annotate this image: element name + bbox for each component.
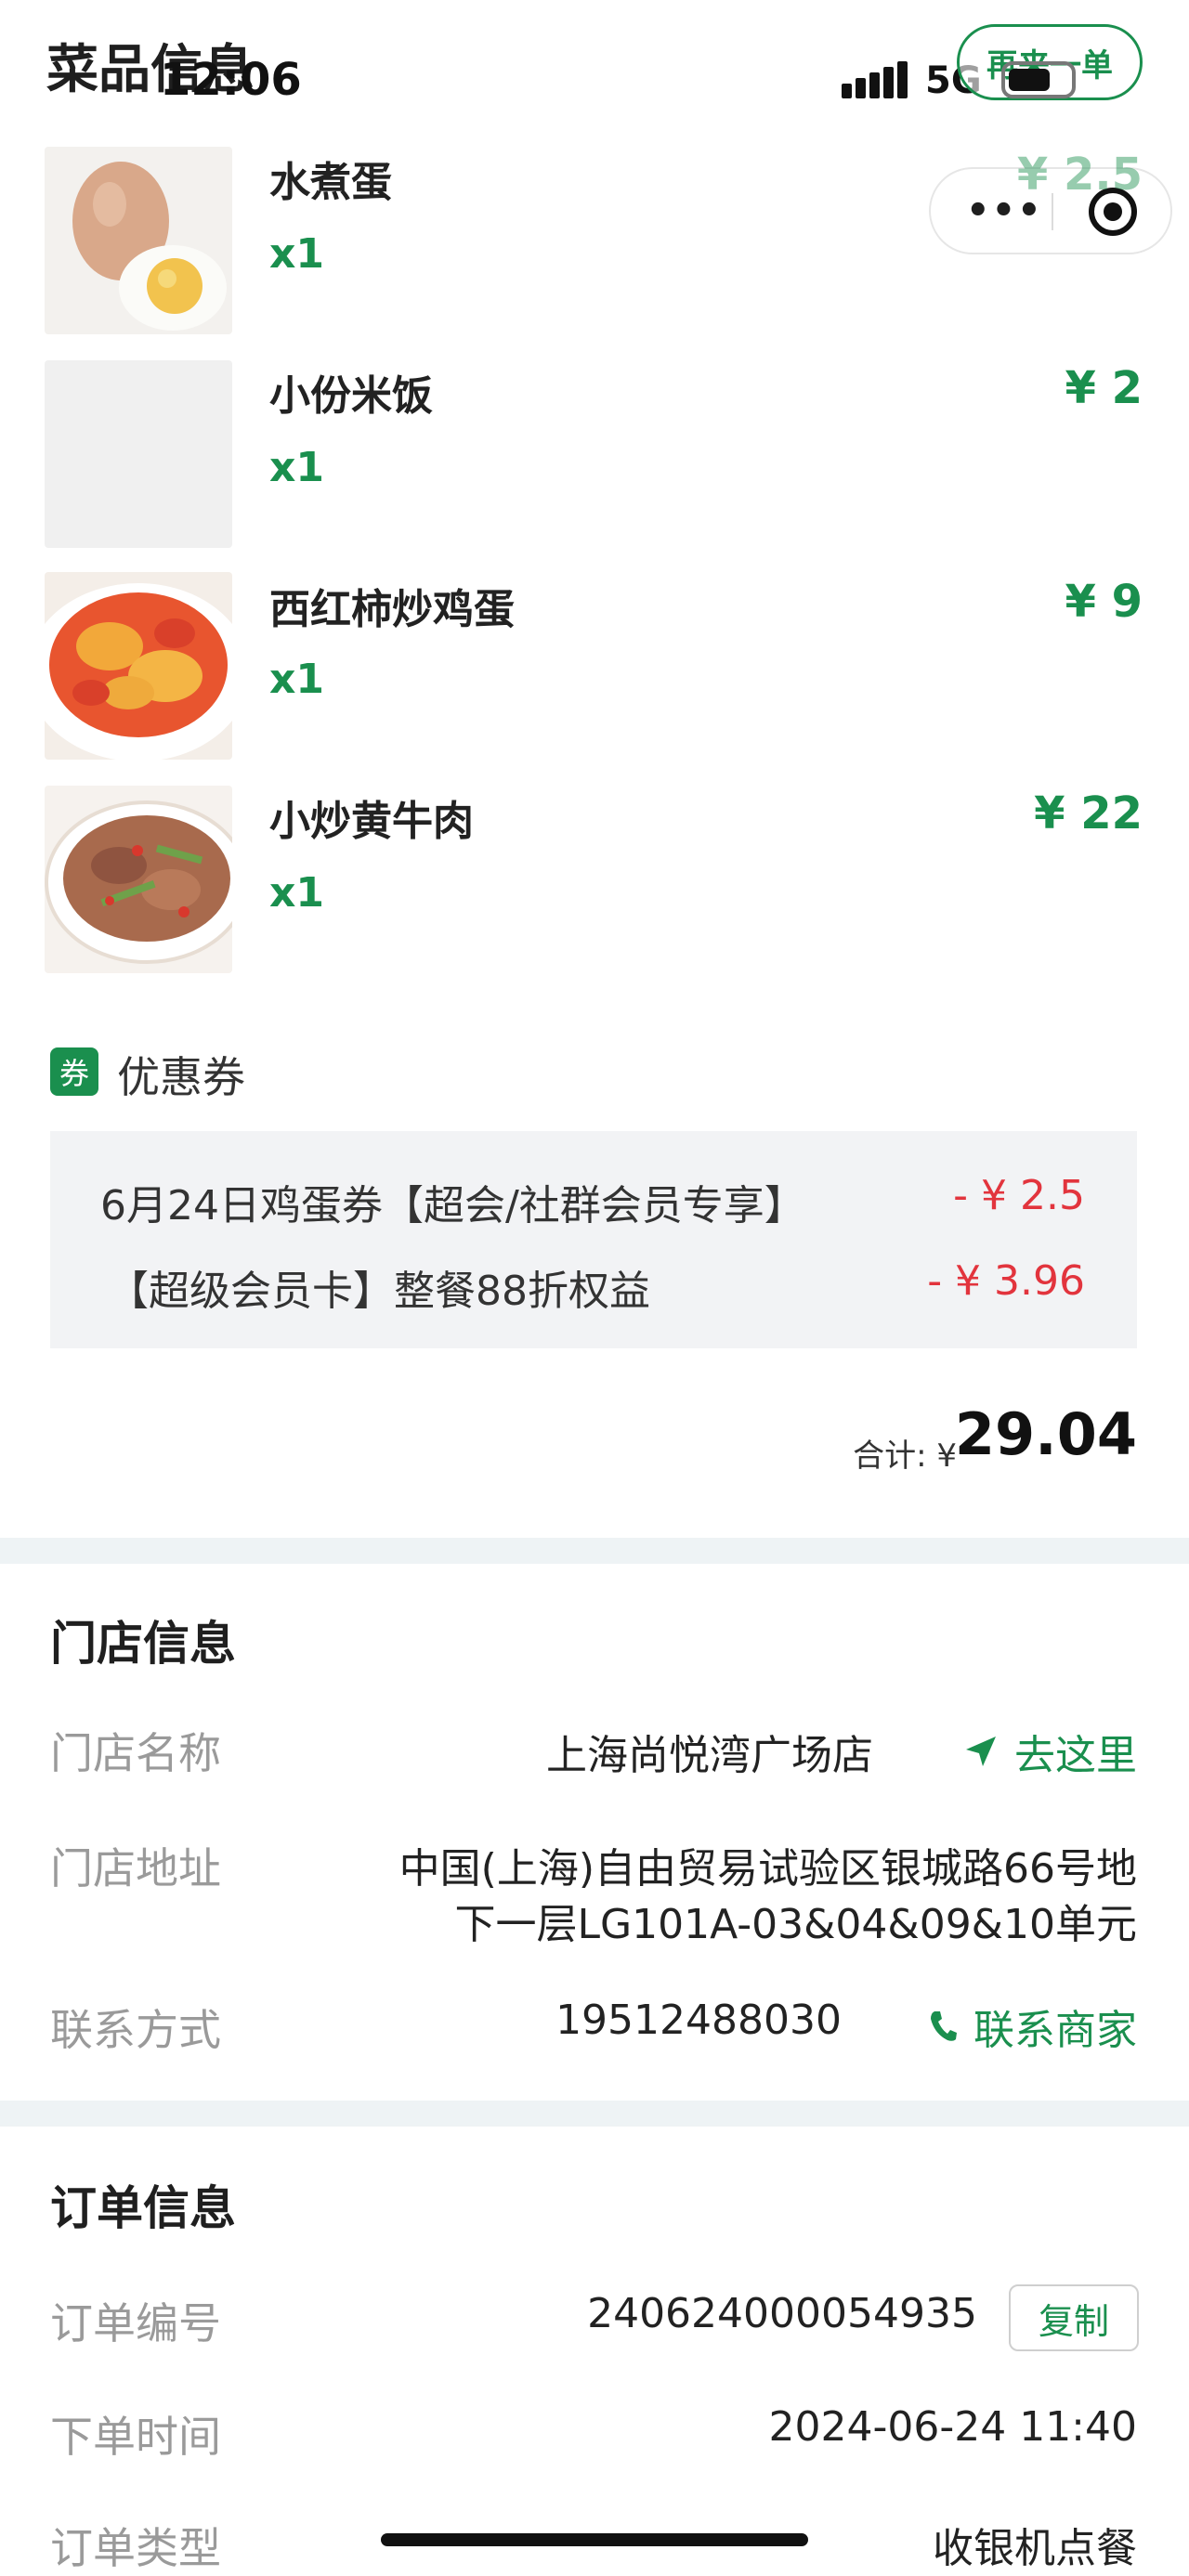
dish-name: 小炒黄牛肉: [269, 798, 474, 845]
store-name: 上海尚悦湾广场店: [546, 1732, 873, 1779]
store-info-title: 门店信息: [50, 1617, 236, 1671]
total-label: 合计: ¥: [853, 1438, 957, 1475]
battery-icon: [1001, 61, 1076, 98]
dish-name: 小份米饭: [269, 372, 433, 420]
order-number: 240624000054935: [587, 2290, 977, 2337]
dish-price: ¥ 2: [1065, 362, 1143, 414]
store-address-label: 门店地址: [50, 1843, 221, 1893]
dish-quantity: x1: [269, 869, 324, 917]
dish-name: 西红柿炒鸡蛋: [269, 586, 515, 633]
store-phone: 19512488030: [555, 1997, 842, 2044]
order-type: 收银机点餐: [933, 2525, 1137, 2572]
order-time: 2024-06-24 11:40: [768, 2403, 1138, 2451]
dish-price: ¥ 9: [1065, 576, 1143, 628]
coupon-icon: 券: [50, 1047, 98, 1096]
navigate-label: 去这里: [1014, 1732, 1137, 1779]
order-type-label: 订单类型: [50, 2523, 221, 2573]
dish-image-stir-fried-beef: [45, 786, 232, 973]
store-address-line1: 中国(上海)自由贸易试验区银城路66号地: [399, 1845, 1137, 1893]
navigate-link[interactable]: 去这里: [964, 1722, 1137, 1781]
home-indicator[interactable]: [381, 2533, 808, 2546]
dish-name: 水煮蛋: [269, 159, 392, 206]
navigation-arrow-icon: [966, 1737, 996, 1766]
status-time: 12:06: [160, 54, 302, 106]
dish-image-placeholder: [45, 360, 232, 548]
dish-quantity: x1: [269, 444, 324, 491]
dish-image-boiled-egg: [45, 147, 232, 334]
coupon-amount: - ¥ 3.96: [927, 1257, 1085, 1305]
dish-image-tomato-egg: [45, 572, 232, 760]
section-divider: [0, 1538, 1189, 1564]
coupon-name: 【超级会员卡】整餐88折权益: [108, 1268, 650, 1315]
order-time-label: 下单时间: [50, 2412, 221, 2462]
coupon-name: 6月24日鸡蛋券【超会/社群会员专享】: [100, 1182, 805, 1229]
order-info-title: 订单信息: [50, 2181, 236, 2235]
order-number-label: 订单编号: [50, 2298, 221, 2348]
store-name-label: 门店名称: [50, 1728, 221, 1778]
copy-button[interactable]: 复制: [1009, 2284, 1139, 2351]
dish-quantity: x1: [269, 656, 324, 703]
contact-merchant-link[interactable]: 联系商家: [929, 1997, 1137, 2056]
signal-icon: [842, 61, 908, 98]
coupon-title: 优惠券: [117, 1052, 245, 1102]
coupon-amount: - ¥ 2.5: [953, 1172, 1085, 1219]
store-address-line2: 下一层LG101A-03&04&09&10单元: [454, 1901, 1138, 1948]
dish-price: ¥ 2.5: [1016, 149, 1143, 201]
dish-quantity: x1: [269, 230, 324, 278]
contact-merchant-label: 联系商家: [973, 2007, 1137, 2054]
section-divider: [0, 2101, 1189, 2127]
total-amount: 29.04: [954, 1400, 1137, 1468]
phone-icon: [931, 2011, 957, 2041]
dish-price: ¥ 22: [1034, 787, 1143, 839]
store-contact-label: 联系方式: [50, 2005, 221, 2055]
